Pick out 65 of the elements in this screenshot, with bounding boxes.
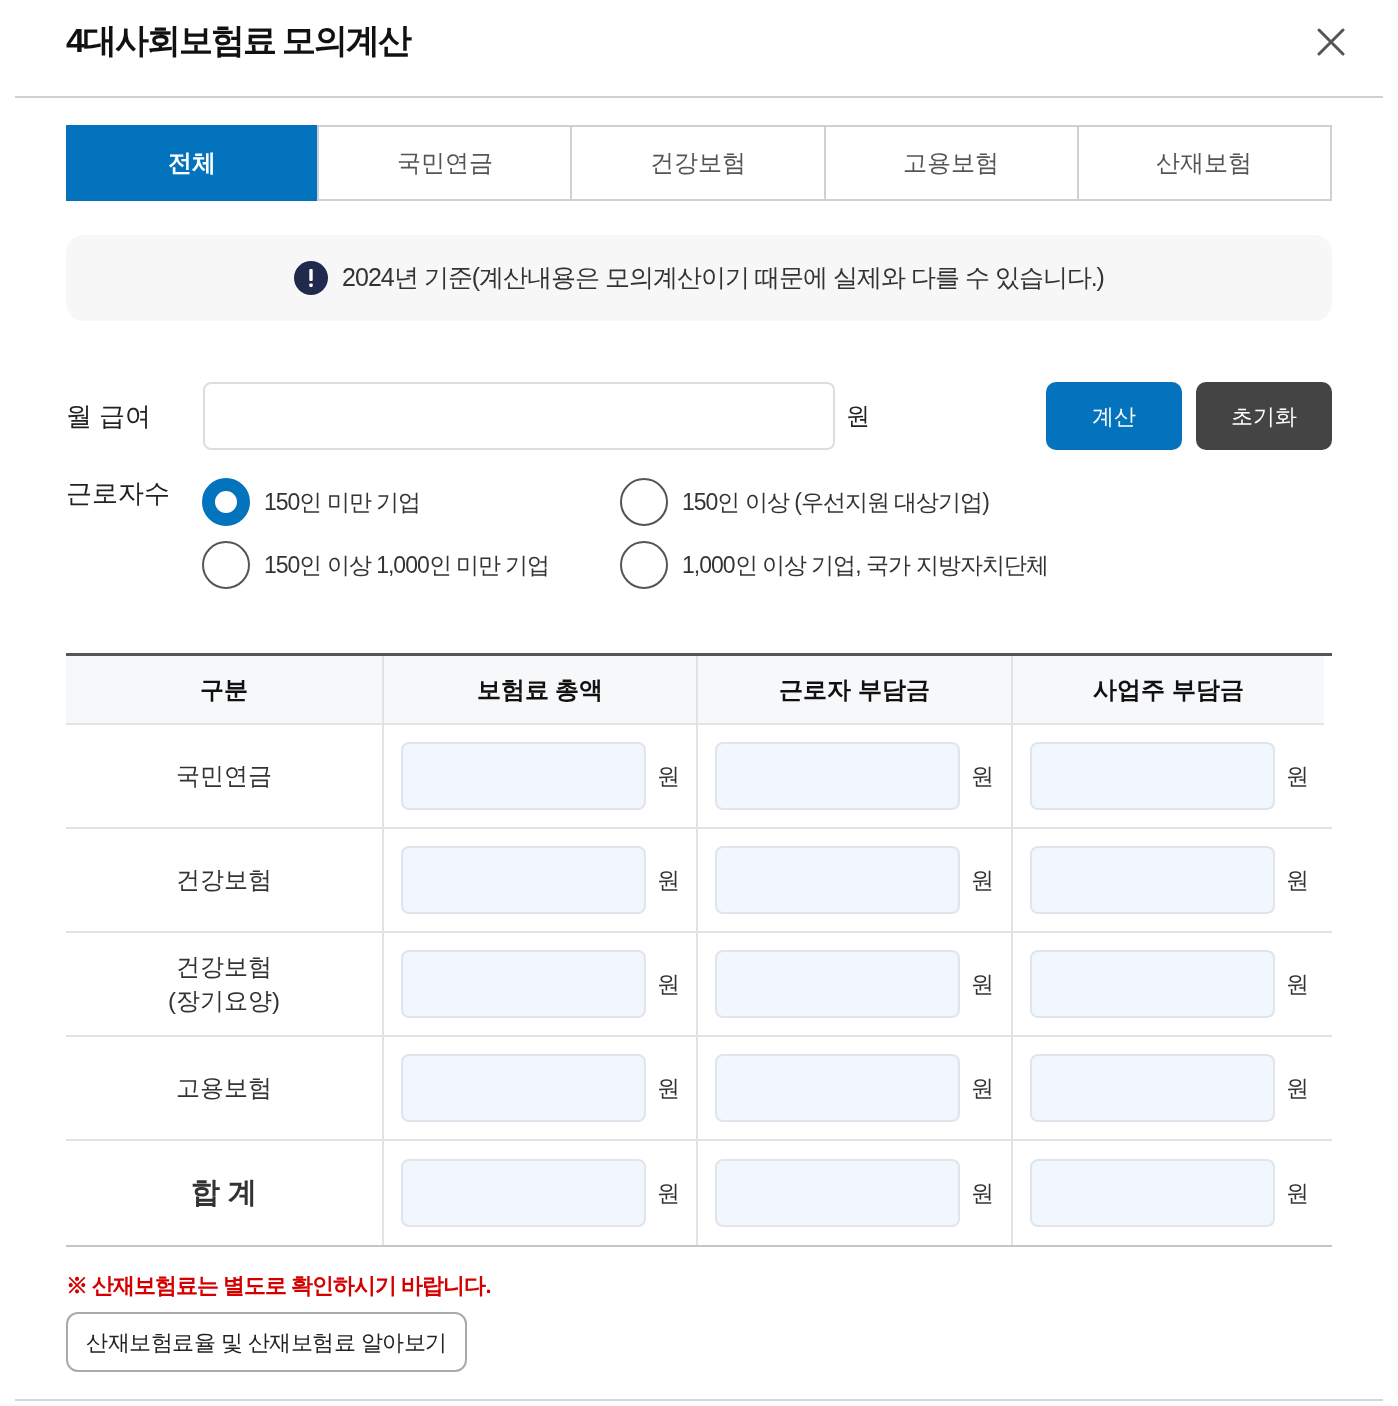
workers-label: 근로자수 [66,478,171,508]
unit-label: 원 [1286,865,1309,895]
row-label: 건강보험 [176,865,272,895]
unit-label: 원 [971,865,994,895]
row-label: 국민연금 [176,761,272,791]
salary-input[interactable] [203,382,835,450]
column-header: 보험료 총액 [382,656,696,725]
exclamation-icon [294,261,329,295]
amount-field[interactable] [401,950,646,1018]
amount-field[interactable] [1030,1054,1275,1122]
unit-label: 원 [846,401,870,431]
unit-label: 원 [1286,1073,1309,1103]
amount-field[interactable] [1030,846,1275,914]
column-header: 근로자 부담금 [696,656,1011,725]
unit-label: 원 [657,1178,680,1208]
row-label: 고용보험 [176,1073,272,1103]
column-header: 사업주 부담금 [1011,656,1324,725]
dialog-title: 4대사회보험료 모의계산 [66,20,411,61]
radio-label: 150인 이상 1,000인 미만 기업 [264,550,550,580]
radio-label: 150인 이상 (우선지원 대상기업) [682,487,989,517]
amount-field[interactable] [1030,1159,1275,1227]
unit-label: 원 [657,865,680,895]
amount-field[interactable] [715,950,960,1018]
total-label: 합 계 [190,1175,258,1211]
unit-label: 원 [1286,761,1309,791]
radio-label: 150인 미만 기업 [264,487,421,517]
unit-label: 원 [1286,969,1309,999]
tab[interactable]: 고용보험 [825,125,1079,201]
amount-field[interactable] [715,742,960,810]
amount-field[interactable] [401,846,646,914]
unit-label: 원 [657,1073,680,1103]
unit-label: 원 [971,761,994,791]
warning-text: ※ 산재보험료는 별도로 확인하시기 바랍니다. [66,1272,492,1300]
radio-button[interactable] [620,478,668,526]
tab[interactable]: 산재보험 [1078,125,1332,201]
column-header: 구분 [66,656,382,725]
amount-field[interactable] [715,846,960,914]
amount-field[interactable] [401,1159,646,1227]
amount-field[interactable] [401,1054,646,1122]
row-label: 건강보험 (장기요양) [168,952,280,1016]
tab[interactable]: 국민연금 [317,125,573,201]
close-button[interactable] [1315,26,1347,58]
amount-field[interactable] [715,1054,960,1122]
salary-label: 월 급여 [66,399,153,433]
tab[interactable]: 전체 [66,125,318,201]
unit-label: 원 [971,1073,994,1103]
unit-label: 원 [971,1178,994,1208]
radio-button[interactable] [202,478,250,526]
amount-field[interactable] [401,742,646,810]
notice-text: 2024년 기준(계산내용은 모의계산이기 때문에 실제와 다를 수 있습니다.) [342,262,1104,294]
tab[interactable]: 건강보험 [572,125,826,201]
close-icon [1317,28,1345,56]
unit-label: 원 [1286,1178,1309,1208]
amount-field[interactable] [1030,742,1275,810]
amount-field[interactable] [715,1159,960,1227]
rate-info-button[interactable]: 산재보험료율 및 산재보험료 알아보기 [66,1312,467,1372]
unit-label: 원 [657,761,680,791]
reset-button[interactable]: 초기화 [1196,382,1332,450]
radio-button[interactable] [202,541,250,589]
calculate-button[interactable]: 계산 [1046,382,1182,450]
radio-button[interactable] [620,541,668,589]
amount-field[interactable] [1030,950,1275,1018]
unit-label: 원 [971,969,994,999]
unit-label: 원 [657,969,680,999]
radio-label: 1,000인 이상 기업, 국가 지방자치단체 [682,550,1048,580]
